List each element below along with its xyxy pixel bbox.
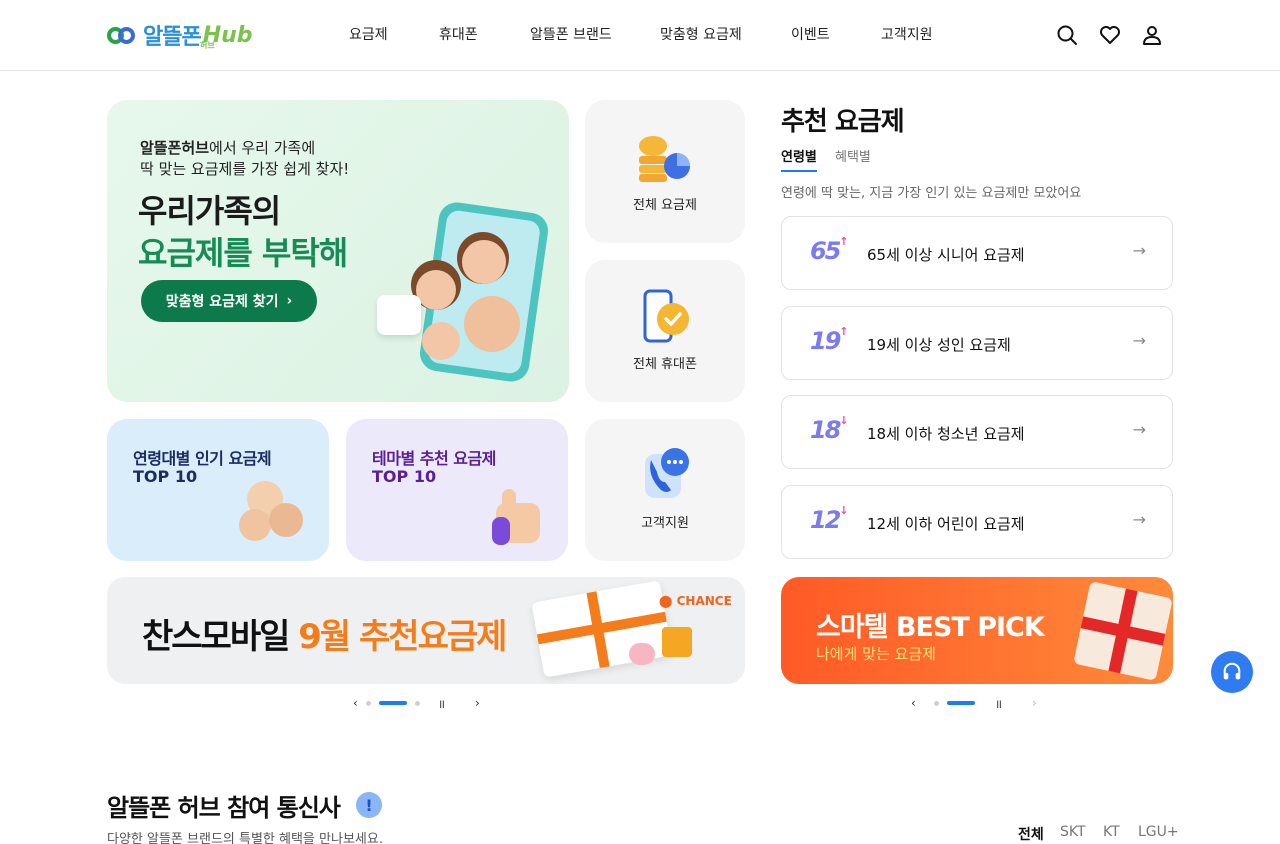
prev-slide-button[interactable]: ‹	[911, 696, 916, 710]
nav-item-brands[interactable]: 알뜰폰 브랜드	[530, 24, 612, 44]
recommend-title: 추천 요금제	[781, 107, 905, 137]
search-icon[interactable]	[1055, 23, 1079, 47]
logo-sub: 허브	[200, 41, 215, 50]
theme-top10-sub: TOP 10	[372, 467, 437, 486]
plan-item-18[interactable]: 18 ↓ 18세 이하 청소년 요금제 →	[781, 395, 1173, 469]
hero-banner[interactable]: 알뜰폰허브에서 우리 가족에 딱 맞는 요금제를 가장 쉽게 찾자! 우리가족의…	[107, 100, 569, 402]
heart-icon[interactable]	[1098, 23, 1122, 47]
hero-subtitle-brand: 알뜰폰허브	[140, 139, 210, 157]
hero-pager: ‹ ॥ ›	[353, 694, 480, 712]
nav-item-plans[interactable]: 요금제	[349, 24, 388, 44]
coins-chart-icon	[639, 136, 690, 182]
age-top10-title: 연령대별 인기 요금제	[133, 449, 272, 468]
plan-label: 18세 이하 청소년 요금제	[867, 425, 1025, 443]
hero-subtitle-line2: 딱 맞는 요금제를 가장 쉽게 찾자!	[140, 160, 350, 178]
logo[interactable]: 알뜰폰 Hub 허브	[107, 20, 253, 50]
nav-item-events[interactable]: 이벤트	[791, 24, 830, 44]
customer-support-fab[interactable]	[1211, 651, 1253, 693]
pager-dot[interactable]	[933, 700, 939, 706]
age-19-badge: 19 ↑	[810, 325, 848, 355]
carriers-desc: 다양한 알뜰폰 브랜드의 특별한 혜택을 만나보세요.	[107, 832, 383, 844]
gift-box-icon	[662, 627, 692, 657]
plan-item-12[interactable]: 12 ↓ 12세 이하 어린이 요금제 →	[781, 485, 1173, 559]
find-custom-plan-button[interactable]: 맞춤형 요금제 찾기 ›	[141, 280, 317, 322]
plan-item-19[interactable]: 19 ↑ 19세 이상 성인 요금제 →	[781, 306, 1173, 380]
banner-text: 찬스모바일 9월 추천요금제	[142, 617, 507, 657]
gift-card-illustration	[531, 580, 673, 678]
plan-label: 19세 이상 성인 요금제	[867, 336, 1011, 354]
headset-icon	[1223, 662, 1241, 680]
tile-all-plans-label: 전체 요금제	[633, 198, 697, 213]
carrier-tab-kt[interactable]: KT	[1103, 824, 1120, 840]
age-top10-card[interactable]: 연령대별 인기 요금제 TOP 10	[107, 419, 329, 561]
support-phone-icon	[645, 448, 689, 498]
tab-by-age[interactable]: 연령별	[781, 146, 817, 172]
gift-box-icon	[1073, 581, 1173, 681]
pick-sub: 나에게 맞는 요금제	[816, 645, 936, 663]
nav-item-support[interactable]: 고객지원	[881, 24, 933, 44]
hero-title-line1: 우리가족의	[138, 192, 281, 230]
age-top10-sub: TOP 10	[133, 467, 198, 486]
tab-by-benefit[interactable]: 혜택별	[835, 146, 871, 165]
carrier-tab-all[interactable]: 전체	[1018, 824, 1044, 844]
find-custom-plan-label: 맞춤형 요금제 찾기	[165, 294, 279, 310]
pick-pager: ‹ ॥ ›	[911, 694, 1037, 712]
chance-brand: ⬤ CHANCE	[659, 594, 732, 608]
hero-subtitle: 알뜰폰허브에서 우리 가족에 딱 맞는 요금제를 가장 쉽게 찾자!	[140, 138, 349, 180]
hero-subtitle-rest: 에서 우리 가족에	[209, 139, 316, 157]
tile-support[interactable]: 고객지원	[585, 419, 745, 561]
nav-item-custom-plans[interactable]: 맞춤형 요금제	[660, 24, 742, 44]
arrow-right-icon: →	[1132, 510, 1146, 529]
pick-title: 스마텔 BEST PICK	[816, 612, 1045, 643]
info-icon: !	[356, 792, 382, 818]
age-12-badge: 12 ↓	[810, 504, 848, 534]
arrow-right-icon: →	[1132, 420, 1146, 439]
carriers-title: 알뜰폰 허브 참여 통신사	[107, 794, 341, 822]
plan-item-65[interactable]: 65 ↑ 65세 이상 시니어 요금제 →	[781, 216, 1173, 290]
pause-button[interactable]: ॥	[438, 695, 445, 712]
site-header: 알뜰폰 Hub 허브 요금제 휴대폰 알뜰폰 브랜드 맞춤형 요금제 이벤트 고…	[0, 0, 1280, 71]
smartel-best-pick-banner[interactable]: 스마텔 BEST PICK 나에게 맞는 요금제	[781, 577, 1173, 684]
pause-button[interactable]: ॥	[995, 695, 1002, 712]
arrow-right-icon: →	[1132, 241, 1146, 260]
chevron-right-icon: ›	[286, 293, 293, 309]
carrier-tab-skt[interactable]: SKT	[1060, 824, 1086, 840]
arrow-right-icon: →	[1132, 331, 1146, 350]
tile-all-phones[interactable]: 전체 휴대폰	[585, 260, 745, 402]
phone-check-icon	[643, 289, 689, 343]
next-slide-button[interactable]: ›	[475, 696, 480, 710]
age-18-badge: 18 ↓	[810, 414, 848, 444]
mini-logo-card	[377, 295, 421, 335]
user-icon[interactable]	[1140, 23, 1164, 47]
pager-dot[interactable]	[414, 700, 420, 706]
pager-active-bar[interactable]	[946, 701, 975, 705]
plan-label: 65세 이상 시니어 요금제	[867, 246, 1025, 264]
logo-text: 알뜰폰	[143, 25, 202, 50]
tile-all-phones-label: 전체 휴대폰	[633, 357, 697, 372]
recommend-desc: 연령에 딱 맞는, 지금 가장 인기 있는 요금제만 모았어요	[781, 186, 1082, 201]
tile-all-plans[interactable]: 전체 요금제	[585, 100, 745, 243]
logo-mark-icon	[107, 24, 137, 46]
theme-top10-title: 테마별 추천 요금제	[372, 449, 496, 468]
piggy-bank-icon	[629, 643, 655, 665]
nav-item-phones[interactable]: 휴대폰	[439, 24, 478, 44]
pager-active-bar[interactable]	[378, 701, 407, 705]
prev-slide-button[interactable]: ‹	[353, 696, 358, 710]
hero-title-line2: 요금제를 부탁해	[138, 234, 348, 272]
age-65-badge: 65 ↑	[810, 235, 848, 265]
carrier-tab-lgu[interactable]: LGU+	[1138, 824, 1179, 840]
pager-dot[interactable]	[365, 700, 371, 706]
plan-label: 12세 이하 어린이 요금제	[867, 515, 1025, 533]
next-slide-button[interactable]: ›	[1032, 696, 1037, 710]
chance-mobile-banner[interactable]: 찬스모바일 9월 추천요금제 ⬤ CHANCE	[107, 577, 745, 684]
theme-top10-card[interactable]: 테마별 추천 요금제 TOP 10	[346, 419, 568, 561]
tile-support-label: 고객지원	[641, 516, 689, 531]
